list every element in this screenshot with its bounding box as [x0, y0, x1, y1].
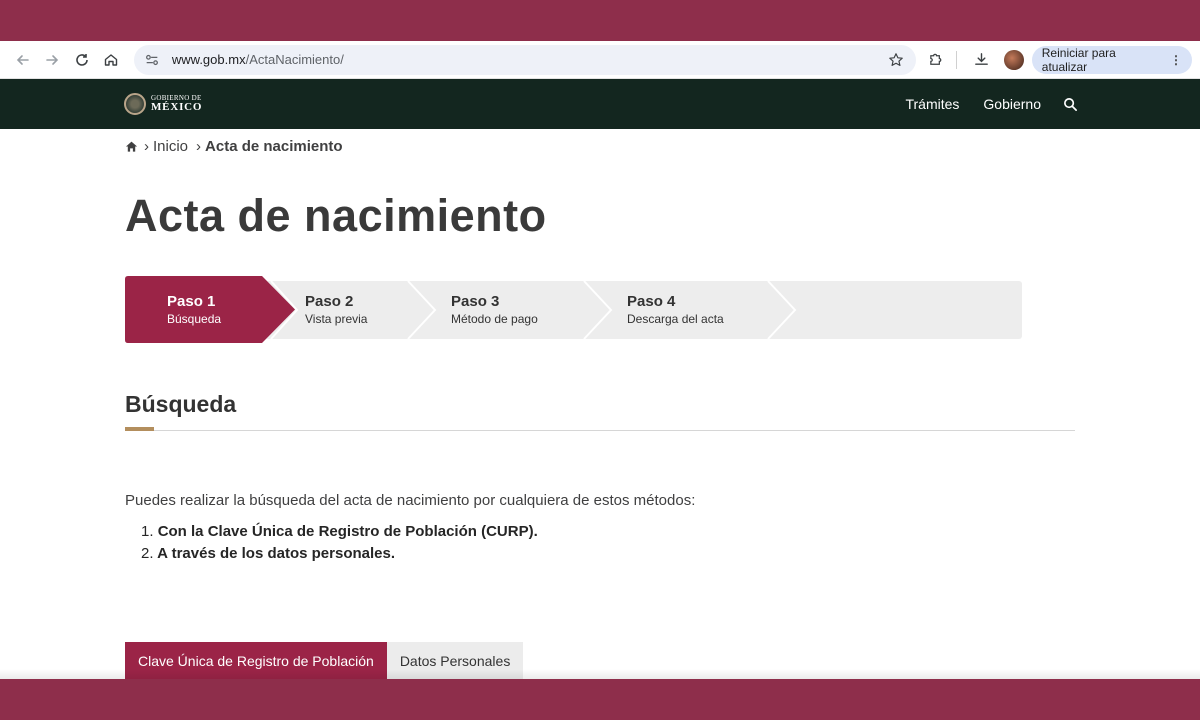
- update-label: Reiniciar para atualizar: [1041, 45, 1116, 74]
- nav-tramites[interactable]: Trámites: [905, 96, 959, 112]
- update-button[interactable]: Reiniciar para atualizar ⋮: [1031, 45, 1192, 74]
- section-title: Búsqueda: [125, 391, 237, 417]
- home-icon: [104, 53, 118, 66]
- arrow-left-icon: [16, 54, 29, 65]
- downloads-button[interactable]: [967, 45, 996, 75]
- breadcrumb: › Inicio › Acta de nacimiento: [125, 138, 1200, 155]
- download-icon: [975, 53, 988, 65]
- nav-gobierno[interactable]: Gobierno: [983, 96, 1041, 112]
- search-icon[interactable]: [1063, 97, 1078, 112]
- breadcrumb-current: Acta de nacimiento: [205, 138, 343, 155]
- step-4[interactable]: Paso 4 Descarga del acta: [627, 276, 724, 343]
- list-number: 1.: [141, 523, 154, 540]
- url-path: /ActaNacimiento/: [245, 52, 344, 67]
- step-label: Vista previa: [305, 312, 368, 326]
- step-indicator: Paso 1 Búsqueda Paso 2 Vista previa Paso…: [125, 276, 1022, 343]
- list-item: 1. Con la Clave Única de Registro de Pob…: [141, 521, 1200, 543]
- logo-line2: MÉXICO: [151, 101, 203, 113]
- step-number: Paso 4: [627, 293, 676, 310]
- step-label: Método de pago: [451, 312, 538, 326]
- list-text: Con la Clave Única de Registro de Poblac…: [157, 523, 538, 540]
- site-settings-icon[interactable]: [144, 51, 162, 69]
- main-content: › Inicio › Acta de nacimiento Acta de na…: [0, 138, 1200, 565]
- list-text: A través de los datos personales.: [157, 545, 396, 562]
- toolbar-divider: [955, 50, 957, 69]
- step-label: Búsqueda: [167, 312, 222, 326]
- step-number: Paso 3: [451, 293, 500, 310]
- browser-window: www.gob.mx/ActaNacimiento/ Reiniciar par…: [0, 41, 1200, 679]
- intro-text: Puedes realizar la búsqueda del acta de …: [125, 492, 696, 509]
- coat-of-arms-icon: [124, 93, 146, 115]
- forward-button[interactable]: [37, 45, 66, 75]
- list-item: 2. A través de los datos personales.: [141, 543, 1200, 565]
- breadcrumb-separator: ›: [144, 138, 149, 155]
- breadcrumb-separator: ›: [196, 138, 202, 155]
- reload-button[interactable]: [67, 45, 96, 75]
- step-3[interactable]: Paso 3 Método de pago: [451, 276, 538, 343]
- gobierno-logo[interactable]: GOBIERNO DE MÉXICO: [124, 93, 202, 115]
- step-label: Descarga del acta: [627, 312, 724, 326]
- stepper-background: [125, 276, 1022, 343]
- back-button[interactable]: [8, 45, 37, 75]
- list-number: 2.: [141, 545, 154, 562]
- bookmark-star-icon[interactable]: [888, 51, 906, 69]
- site-header: GOBIERNO DE MÉXICO Trámites Gobierno: [0, 79, 1200, 129]
- section-divider: [125, 427, 1075, 431]
- main-nav: Trámites Gobierno: [881, 96, 1078, 112]
- browser-toolbar: www.gob.mx/ActaNacimiento/ Reiniciar par…: [0, 41, 1200, 79]
- address-bar[interactable]: www.gob.mx/ActaNacimiento/: [133, 44, 917, 75]
- methods-list: 1. Con la Clave Única de Registro de Pob…: [125, 521, 1200, 565]
- step-2[interactable]: Paso 2 Vista previa: [305, 276, 367, 343]
- menu-dots-icon[interactable]: ⋮: [1170, 53, 1182, 67]
- puzzle-icon: [930, 53, 942, 65]
- reload-icon: [75, 53, 88, 66]
- section-accent-bar: [125, 427, 154, 431]
- window-bottom-shadow: [0, 669, 1200, 679]
- step-1[interactable]: Paso 1 Búsqueda: [167, 276, 221, 343]
- arrow-right-icon: [46, 54, 59, 65]
- step-number: Paso 2: [305, 293, 354, 310]
- home-button[interactable]: [96, 45, 125, 75]
- url-host: www.gob.mx: [171, 52, 246, 67]
- extensions-button[interactable]: [922, 45, 951, 75]
- breadcrumb-inicio[interactable]: Inicio: [153, 138, 188, 155]
- page-title: Acta de nacimiento: [125, 190, 547, 241]
- home-breadcrumb-icon[interactable]: [125, 140, 138, 153]
- step-number: Paso 1: [167, 293, 216, 310]
- profile-avatar[interactable]: [1004, 49, 1024, 70]
